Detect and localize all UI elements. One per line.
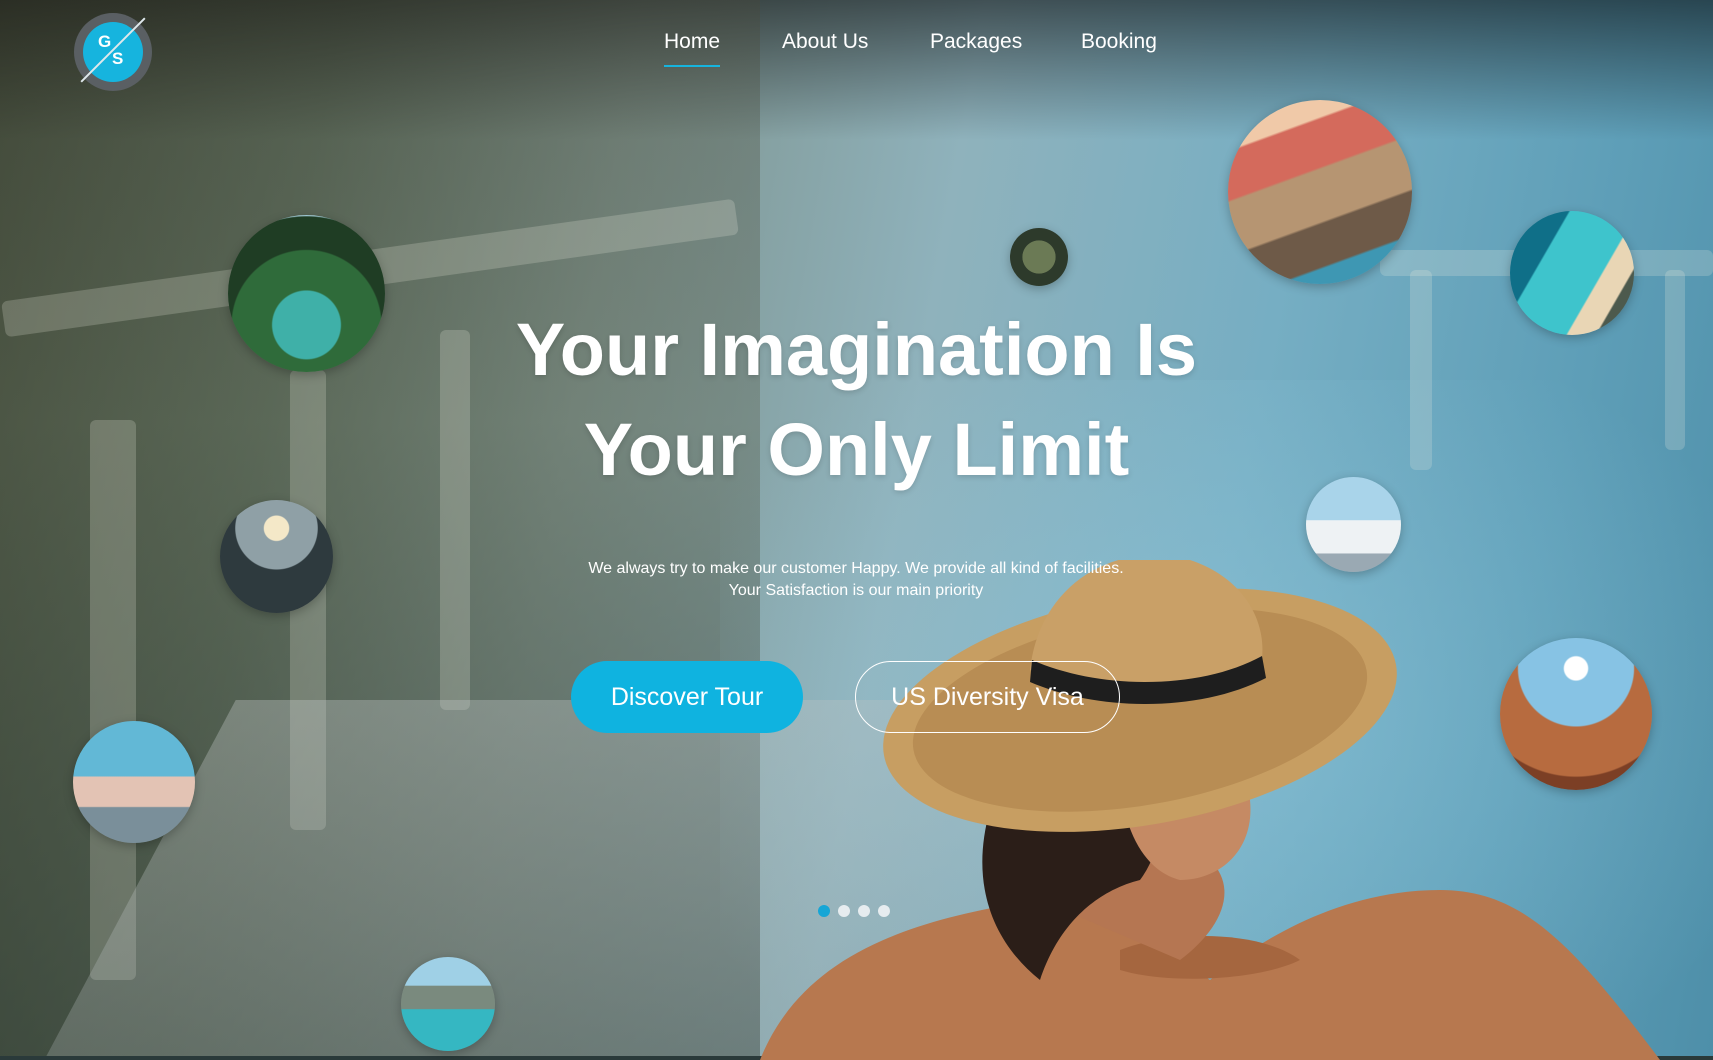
cinque-terre-photo [1228, 100, 1412, 284]
us-diversity-visa-button[interactable]: US Diversity Visa [855, 661, 1120, 733]
hero-subtitle-line1: We always try to make our customer Happy… [588, 560, 1124, 577]
hero-headline: Your Imagination Is Your Only Limit [300, 300, 1413, 500]
site-logo[interactable]: G S [74, 13, 152, 91]
carousel-dot-1[interactable] [818, 905, 830, 917]
carousel-dots [818, 905, 890, 917]
carousel-dot-3[interactable] [858, 905, 870, 917]
carousel-dot-4[interactable] [878, 905, 890, 917]
beach-aerial-photo [1510, 211, 1634, 335]
logo-badge: G S [83, 22, 143, 82]
hero-headline-line1: Your Imagination Is [515, 308, 1198, 391]
logo-letter-s: S [112, 49, 124, 68]
discover-tour-button[interactable]: Discover Tour [571, 661, 803, 733]
background-post [90, 420, 136, 980]
mountain-lake-photo [401, 957, 495, 1051]
viaduct-photo [1010, 228, 1068, 286]
woman-in-pool-image [760, 560, 1660, 1060]
logo-letter-g: G [98, 32, 112, 51]
suspension-bridge-photo [220, 500, 333, 613]
nav-about-us[interactable]: About Us [782, 30, 868, 54]
nav-home[interactable]: Home [664, 30, 721, 67]
hero-subtitle-line2: Your Satisfaction is our main priority [728, 582, 984, 599]
carousel-dot-2[interactable] [838, 905, 850, 917]
nav-booking[interactable]: Booking [1081, 30, 1157, 54]
nav-packages[interactable]: Packages [930, 30, 1022, 54]
hero-subtitle: We always try to make our customer Happy… [456, 558, 1256, 602]
hero-headline-line2: Your Only Limit [583, 408, 1130, 491]
horseshoe-bend-photo [1500, 638, 1652, 790]
venice-bridge-photo [73, 721, 195, 843]
